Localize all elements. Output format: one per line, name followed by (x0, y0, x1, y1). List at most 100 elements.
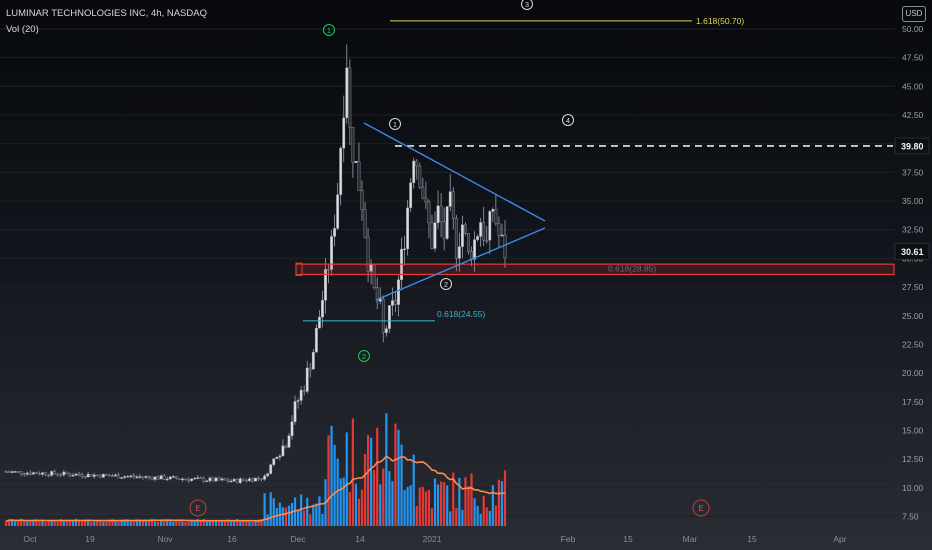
volume-bar (342, 477, 345, 526)
volume-bar (418, 487, 421, 526)
candle-body (235, 478, 239, 483)
candle-body (171, 476, 175, 478)
candle-body (202, 477, 206, 482)
earnings-label: E (195, 504, 200, 513)
time-axis[interactable]: Oct 19 Nov 16 Dec 14 2021 Feb 15 Mar 15 Apr (23, 534, 846, 544)
currency-button[interactable]: USD (902, 6, 926, 22)
volume-bar (245, 521, 248, 526)
candle-body (25, 472, 29, 475)
volume-bar (373, 470, 376, 526)
candle-body (123, 476, 127, 478)
volume-bar (303, 510, 306, 526)
candle-body (430, 222, 434, 249)
candle-body (211, 477, 215, 482)
volume-bar (446, 485, 449, 526)
wave-label: 4 (566, 116, 570, 125)
candle-body (314, 327, 318, 353)
candle-body (62, 471, 66, 476)
y-tick-label: 32.50 (902, 225, 924, 235)
candle-body (31, 472, 35, 475)
candle-body (488, 211, 492, 241)
y-tick-label: 10.00 (902, 483, 924, 493)
candle-body (111, 475, 114, 477)
volume-bar (327, 435, 330, 526)
volume-bar (348, 492, 351, 526)
x-tick-label: Oct (23, 534, 37, 544)
candle-body (28, 472, 32, 475)
volume-bar (93, 521, 96, 526)
candle-body (153, 476, 157, 480)
y-tick-label: 15.00 (902, 425, 924, 435)
volume-bar (360, 489, 364, 526)
candle-body (208, 477, 212, 482)
volume-bar (53, 520, 56, 526)
wave-label: 3 (525, 0, 529, 9)
volume-bar (330, 425, 333, 526)
candle-body (454, 218, 458, 259)
volume-bar (488, 510, 491, 526)
volume-bar (26, 521, 29, 526)
volume-bar (421, 486, 424, 526)
volume-bar (4, 521, 8, 526)
price-chart[interactable]: 1.618(50.70) 0.618(24.55) 0.618(28.85) 1 2 3 1… (0, 0, 932, 550)
candle-body (394, 300, 397, 305)
wave-label: 1 (327, 26, 331, 35)
candle-body (138, 476, 142, 478)
candle-body (482, 222, 486, 241)
candle-body (41, 472, 44, 475)
volume-bar (467, 486, 470, 526)
candle-body (83, 476, 87, 478)
candle-body (378, 298, 382, 302)
x-tick-label: Apr (833, 534, 846, 544)
volume-bar (44, 521, 47, 526)
volume-bar (38, 521, 41, 526)
y-tick-label: 22.50 (902, 339, 924, 349)
volume-bar (424, 491, 427, 526)
candle-body (290, 421, 294, 437)
candle-body (439, 205, 443, 222)
candle-body (162, 475, 166, 480)
candle-body (150, 477, 154, 480)
volume-bar (379, 484, 382, 526)
volume-bar (77, 520, 81, 526)
volume-indicator-label[interactable]: Vol (20) (6, 24, 39, 35)
candle-body (156, 476, 160, 480)
volume-bar (339, 478, 342, 526)
volume-bar (114, 520, 117, 526)
candle-body (491, 209, 495, 212)
y-tick-label: 12.50 (902, 454, 924, 464)
volume-bar (248, 521, 251, 526)
candle-body (108, 474, 111, 477)
volume-bar (503, 470, 507, 526)
price-axis[interactable]: 50.0047.5045.0042.5040.0037.5035.0032.50… (894, 24, 930, 522)
candle-body (345, 67, 349, 119)
wave-marker: 1 (389, 118, 401, 130)
candle-body (13, 471, 17, 473)
candle-body (421, 186, 425, 199)
price-tag-label: 39.80 (901, 141, 924, 151)
volume-bar (443, 482, 446, 526)
volume-bar (461, 509, 464, 526)
x-tick-label: 16 (227, 534, 237, 544)
candle-body (117, 474, 120, 479)
candle-body (165, 478, 169, 481)
volume-bar (99, 521, 102, 526)
candle-body (147, 476, 151, 478)
volume-bar (315, 503, 318, 526)
volume-bar (272, 498, 275, 526)
candle-body (387, 305, 391, 329)
candle-body (114, 474, 117, 477)
candle-body (296, 400, 300, 402)
volume-bar (214, 520, 218, 526)
candle-body (467, 233, 470, 252)
volume-bar (284, 507, 288, 526)
volume-bar (266, 514, 269, 526)
volume-bar (485, 507, 488, 526)
symbol-title[interactable]: LUMINAR TECHNOLOGIES INC, 4h, NASDAQ (6, 8, 207, 19)
volume-bar (153, 521, 157, 526)
candle-body (336, 194, 340, 229)
candle-body (445, 206, 449, 239)
candle-body (86, 473, 90, 478)
candle-body (412, 160, 416, 184)
candle-body (35, 472, 38, 474)
